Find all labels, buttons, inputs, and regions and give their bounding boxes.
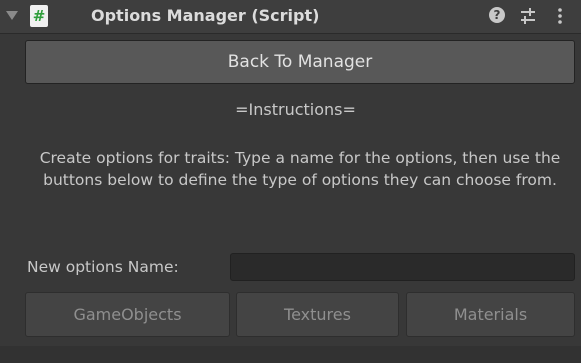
component-title: Options Manager (Script): [91, 6, 320, 25]
component-header: # Options Manager (Script) ?: [0, 0, 581, 34]
inspector-bottom-divider: [0, 346, 581, 363]
materials-button[interactable]: Materials: [406, 292, 575, 337]
presets-icon[interactable]: [518, 6, 538, 26]
new-options-name-label: New options Name:: [27, 258, 179, 276]
instructions-text: Create options for traits: Type a name f…: [39, 149, 561, 189]
textures-button[interactable]: Textures: [236, 292, 399, 337]
csharp-script-icon: #: [30, 5, 48, 27]
instructions-heading: =Instructions=: [235, 100, 356, 119]
new-options-name-input[interactable]: [230, 253, 575, 281]
gameobjects-button[interactable]: GameObjects: [25, 292, 230, 337]
kebab-menu-icon[interactable]: [556, 6, 564, 26]
help-icon[interactable]: ?: [489, 7, 505, 23]
back-to-manager-button[interactable]: Back To Manager: [25, 40, 575, 84]
foldout-arrow-icon[interactable]: [6, 11, 18, 20]
